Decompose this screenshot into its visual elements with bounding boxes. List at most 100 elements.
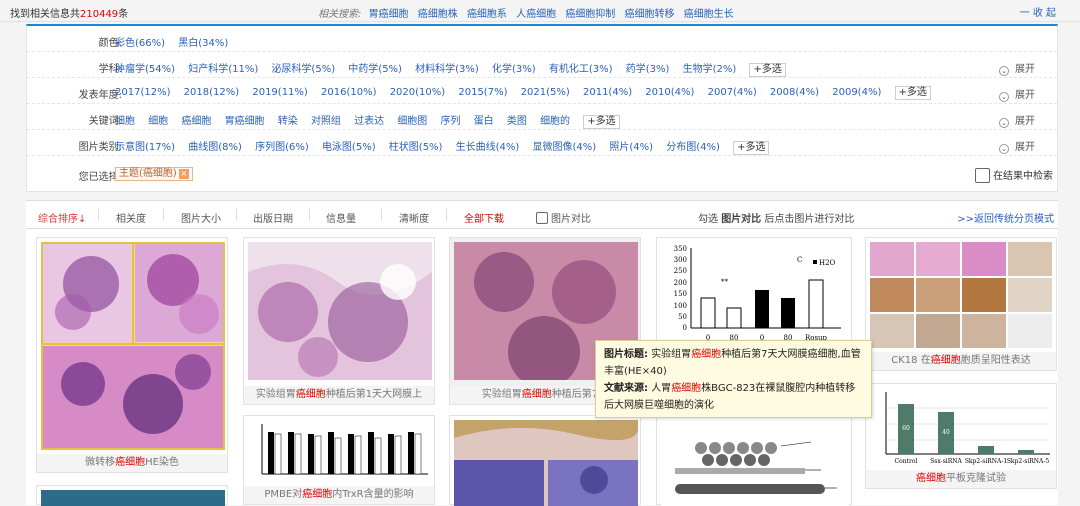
filter-option[interactable]: 2011(4%) bbox=[583, 87, 632, 98]
image-card[interactable] bbox=[656, 415, 852, 506]
filter-option[interactable]: 转染 bbox=[278, 116, 298, 127]
filter-option[interactable]: 黑白(34%) bbox=[178, 38, 228, 49]
search-in-results-checkbox[interactable] bbox=[975, 168, 990, 183]
histology-image bbox=[43, 244, 223, 448]
multi-select-button[interactable]: +多选 bbox=[733, 141, 770, 155]
multi-select-button[interactable]: +多选 bbox=[583, 115, 620, 129]
download-all-button[interactable]: 全部下载 bbox=[464, 210, 504, 225]
filter-option[interactable]: 2018(12%) bbox=[184, 87, 239, 98]
filter-option[interactable]: 类图 bbox=[507, 116, 527, 127]
related-term[interactable]: 癌细胞抑制 bbox=[565, 9, 615, 20]
filter-option[interactable]: 2019(11%) bbox=[252, 87, 307, 98]
image-caption[interactable]: 实验组胃癌细胞种植后第1天大网膜上 bbox=[244, 386, 434, 404]
related-term[interactable]: 人癌细胞 bbox=[516, 9, 556, 20]
image-card[interactable] bbox=[36, 485, 228, 506]
result-image[interactable]: 60 40 Control Ssx-siRNA Skp2-siRNA-1 Skp… bbox=[870, 388, 1054, 468]
filter-option[interactable]: 2020(10%) bbox=[390, 87, 445, 98]
multi-select-button[interactable]: +多选 bbox=[894, 86, 931, 100]
filter-option[interactable]: 泌尿科学(5%) bbox=[271, 64, 335, 75]
image-compare-checkbox[interactable] bbox=[536, 212, 548, 224]
related-term[interactable]: 胃癌细胞 bbox=[369, 9, 409, 20]
image-card[interactable]: 实验组胃癌细胞种植后第1天大网膜上 bbox=[243, 237, 435, 405]
result-image[interactable] bbox=[41, 242, 225, 450]
result-image[interactable] bbox=[661, 420, 849, 506]
filter-option[interactable]: 中药学(5%) bbox=[348, 64, 402, 75]
sort-default[interactable]: 综合排序↓ bbox=[38, 210, 86, 225]
filter-option[interactable]: 柱状图(5%) bbox=[389, 142, 443, 153]
filter-option[interactable]: 2021(5%) bbox=[521, 87, 570, 98]
filter-option[interactable]: 分布图(4%) bbox=[666, 142, 720, 153]
filter-option[interactable]: 示意图(17%) bbox=[115, 142, 175, 153]
filter-option[interactable]: 过表达 bbox=[354, 116, 384, 127]
filter-option[interactable]: 妇产科学(11%) bbox=[188, 64, 258, 75]
filter-option[interactable]: 照片(4%) bbox=[609, 142, 653, 153]
multi-select-button[interactable]: +多选 bbox=[749, 63, 786, 77]
related-term[interactable]: 癌细胞生长 bbox=[684, 9, 734, 20]
filter-option[interactable]: 2017(12%) bbox=[115, 87, 170, 98]
image-card[interactable]: PMBE对癌细胞内TrxR含量的影响 bbox=[243, 415, 435, 505]
result-image[interactable] bbox=[41, 490, 225, 506]
filter-option[interactable]: 有机化工(3%) bbox=[549, 64, 613, 75]
back-to-paged-link[interactable]: >>返回传统分页模式 bbox=[957, 210, 1054, 225]
collapse-button[interactable]: 一 收 起 bbox=[1020, 4, 1056, 19]
image-compare-toggle[interactable]: 图片对比 bbox=[536, 210, 591, 225]
filter-panel: 颜色: 彩色(66%) 黑白(34%) 学科: 肿瘤学(54%) 妇产科学(11… bbox=[26, 24, 1058, 192]
filter-option[interactable]: 2009(4%) bbox=[832, 87, 881, 98]
filter-option[interactable]: 癌细胞 bbox=[181, 116, 211, 127]
image-grid: 微转移癌细胞HE染色 实验组胃癌细胞种植后第1天大网膜上 实验组胃癌细胞种植后第… bbox=[26, 229, 1058, 506]
close-icon[interactable]: × bbox=[178, 169, 189, 179]
related-term[interactable]: 癌细胞系 bbox=[467, 9, 507, 20]
filter-option[interactable]: 电泳图(5%) bbox=[322, 142, 376, 153]
filter-option[interactable]: 细胞图 bbox=[397, 116, 427, 127]
filter-option[interactable]: 曲线图(8%) bbox=[188, 142, 242, 153]
filter-option[interactable]: 细胞 bbox=[115, 116, 135, 127]
image-card[interactable]: 60 40 Control Ssx-siRNA Skp2-siRNA-1 Skp… bbox=[865, 383, 1057, 489]
image-caption[interactable]: CK18 在癌细胞胞质呈阳性表达 bbox=[866, 352, 1056, 370]
result-image[interactable] bbox=[248, 420, 432, 480]
image-caption[interactable]: PMBE对癌细胞内TrxR含量的影响 bbox=[244, 486, 434, 504]
filter-option[interactable]: 彩色(66%) bbox=[115, 38, 165, 49]
related-term[interactable]: 癌细胞株 bbox=[418, 9, 458, 20]
result-image[interactable] bbox=[870, 242, 1054, 348]
filter-option[interactable]: 肿瘤学(54%) bbox=[115, 64, 175, 75]
filter-option[interactable]: 细胞 bbox=[148, 116, 168, 127]
filter-option[interactable]: 2008(4%) bbox=[770, 87, 819, 98]
filter-option[interactable]: 2015(7%) bbox=[458, 87, 507, 98]
filter-option[interactable]: 显微图像(4%) bbox=[533, 142, 597, 153]
filter-option[interactable]: 蛋白 bbox=[474, 116, 494, 127]
filter-option[interactable]: 对照组 bbox=[311, 116, 341, 127]
filter-option[interactable]: 生物学(2%) bbox=[683, 64, 737, 75]
filter-option[interactable]: 2010(4%) bbox=[645, 87, 694, 98]
sort-info[interactable]: 信息量 bbox=[326, 210, 356, 225]
filter-option[interactable]: 细胞的 bbox=[540, 116, 570, 127]
filter-option[interactable]: 材料科学(3%) bbox=[415, 64, 479, 75]
sort-clarity[interactable]: 清晰度 bbox=[399, 210, 429, 225]
search-in-results[interactable]: 在结果中检索 bbox=[975, 167, 1053, 183]
filter-option[interactable]: 化学(3%) bbox=[492, 64, 536, 75]
filter-option[interactable]: 2007(4%) bbox=[708, 87, 757, 98]
sort-image-size[interactable]: 图片大小 bbox=[181, 210, 221, 225]
expand-button[interactable]: ⌄ 展开 bbox=[999, 60, 1035, 76]
filter-option[interactable]: 序列 bbox=[441, 116, 461, 127]
filter-option[interactable]: 序列图(6%) bbox=[255, 142, 309, 153]
expand-button[interactable]: ⌄ 展开 bbox=[999, 112, 1035, 128]
filter-option[interactable]: 药学(3%) bbox=[626, 64, 670, 75]
image-caption[interactable]: 癌细胞平板克隆试验 bbox=[866, 470, 1056, 488]
image-caption[interactable]: 微转移癌细胞HE染色 bbox=[37, 454, 227, 472]
image-card[interactable]: CK18 在癌细胞胞质呈阳性表达 bbox=[865, 237, 1057, 371]
result-count-number: 210449 bbox=[80, 9, 119, 20]
sort-relevance[interactable]: 相关度 bbox=[116, 210, 146, 225]
result-image[interactable] bbox=[248, 242, 432, 380]
sort-publish-date[interactable]: 出版日期 bbox=[253, 210, 293, 225]
result-image[interactable] bbox=[454, 420, 638, 506]
filter-option[interactable]: 2016(10%) bbox=[321, 87, 376, 98]
filter-option[interactable]: 生长曲线(4%) bbox=[456, 142, 520, 153]
image-card[interactable] bbox=[449, 415, 641, 506]
expand-button[interactable]: ⌄ 展开 bbox=[999, 86, 1035, 102]
related-term[interactable]: 癌细胞转移 bbox=[625, 9, 675, 20]
filter-option[interactable]: 胃癌细胞 bbox=[225, 116, 265, 127]
legend-label: H2O bbox=[819, 259, 836, 267]
selected-filter-tag[interactable]: 主题(癌细胞) × bbox=[115, 167, 193, 181]
image-card[interactable]: 微转移癌细胞HE染色 bbox=[36, 237, 228, 473]
expand-button[interactable]: ⌄ 展开 bbox=[999, 138, 1035, 154]
